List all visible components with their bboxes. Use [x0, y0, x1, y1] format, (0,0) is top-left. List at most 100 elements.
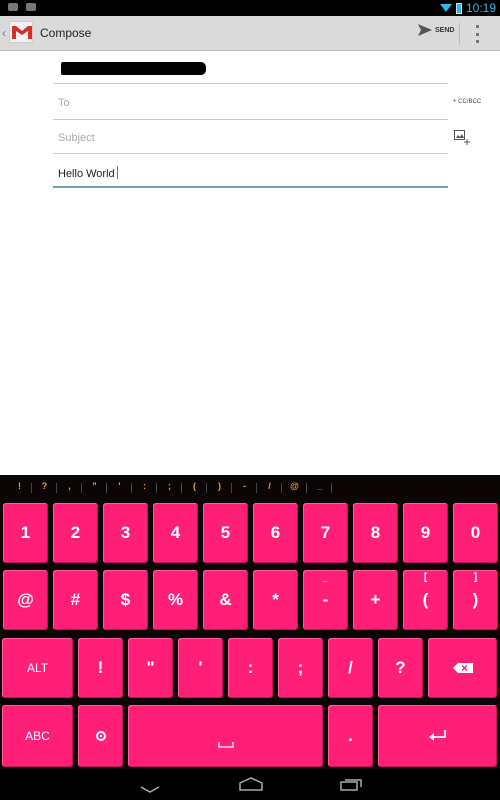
key-label: :	[247, 658, 254, 677]
key-label: /	[348, 658, 353, 677]
backspace-icon	[452, 663, 473, 673]
suggestion-item[interactable]: )	[207, 481, 232, 493]
suggestion-item[interactable]: /	[257, 481, 282, 493]
key-symbol[interactable]: %	[153, 570, 198, 630]
overflow-menu-icon[interactable]	[476, 25, 480, 43]
body-field[interactable]: Hello World	[53, 154, 448, 188]
key-3[interactable]: 3	[103, 503, 148, 563]
key-symbol[interactable]: - _	[303, 570, 348, 630]
key-1[interactable]: 1	[3, 503, 48, 563]
to-field[interactable]: To	[53, 85, 448, 120]
from-field[interactable]	[53, 52, 448, 84]
key-label: '	[198, 658, 203, 677]
key-alt-label: _	[322, 572, 329, 583]
key-5[interactable]: 5	[203, 503, 248, 563]
key-symbol[interactable]: /	[328, 638, 373, 698]
chevron-down-icon	[140, 786, 160, 793]
key-label: $	[120, 590, 131, 609]
attach-picture-button[interactable]	[454, 130, 470, 151]
action-bar: ‹ Compose SEND	[0, 16, 500, 51]
suggestion-item[interactable]: "	[82, 481, 107, 493]
key-alt-label: ]	[473, 572, 478, 583]
settings-icon	[95, 731, 106, 741]
key-symbol[interactable]: )]	[453, 570, 498, 630]
key-symbol[interactable]: ?	[378, 638, 423, 698]
key-label: "	[146, 658, 155, 677]
key-label: 6	[270, 523, 281, 542]
key-label: @	[17, 590, 34, 609]
subject-placeholder: Subject	[58, 132, 95, 144]
recent-apps-button[interactable]	[340, 777, 362, 796]
suggestion-item[interactable]: ,	[57, 481, 82, 493]
back-button[interactable]	[140, 781, 160, 799]
key-label: 2	[70, 523, 81, 542]
suggestion-strip: !?, " ':;() - / @ _	[0, 475, 500, 497]
space-key[interactable]	[128, 705, 323, 767]
text-cursor	[116, 166, 118, 179]
key-label: #	[70, 590, 81, 609]
key-4[interactable]: 4	[153, 503, 198, 563]
backspace-key[interactable]	[428, 638, 497, 698]
key-symbol[interactable]: :	[228, 638, 273, 698]
clock: 10:19	[465, 1, 496, 15]
enter-icon	[428, 730, 446, 741]
abc-key[interactable]: ABC	[2, 705, 73, 767]
key-label: ?	[395, 658, 406, 677]
send-icon	[418, 24, 432, 36]
suggestion-item[interactable]: _	[307, 481, 332, 493]
home-icon	[239, 777, 263, 791]
key-label: 1	[20, 523, 31, 542]
key-symbol[interactable]: $	[103, 570, 148, 630]
enter-key[interactable]	[378, 705, 497, 767]
key-label: (	[422, 590, 429, 609]
key-alt-label: [	[423, 572, 428, 583]
key-symbol[interactable]: #	[53, 570, 98, 630]
key-6[interactable]: 6	[253, 503, 298, 563]
key-label: 0	[470, 523, 481, 542]
suggestion-item[interactable]: !	[7, 481, 32, 493]
back-chevron-icon[interactable]: ‹	[2, 26, 6, 40]
key-symbol[interactable]: *	[253, 570, 298, 630]
key-8[interactable]: 8	[353, 503, 398, 563]
subject-field[interactable]: Subject	[53, 120, 448, 154]
key-9[interactable]: 9	[403, 503, 448, 563]
key-symbol[interactable]: !	[78, 638, 123, 698]
suggestion-item[interactable]: :	[132, 481, 157, 493]
key-symbol[interactable]: ;	[278, 638, 323, 698]
key-symbol[interactable]: ([	[403, 570, 448, 630]
attach-image-icon	[454, 130, 470, 145]
key-label: 5	[220, 523, 231, 542]
key-label: -	[322, 590, 329, 609]
recent-apps-icon	[340, 779, 362, 791]
keyboard: !?, " ':;() - / @ _ 1 2 3 4 5 6 7 8 9 0 @ # $% & * - _ +([)] ALT…	[0, 475, 500, 769]
key-7[interactable]: 7	[303, 503, 348, 563]
suggestion-item[interactable]: ;	[157, 481, 182, 493]
alt-key[interactable]: ALT	[2, 638, 73, 698]
suggestion-item[interactable]: -	[232, 481, 257, 493]
android-notification-icon	[26, 3, 36, 11]
to-placeholder: To	[58, 97, 70, 109]
key-0[interactable]: 0	[453, 503, 498, 563]
key-2[interactable]: 2	[53, 503, 98, 563]
settings-key[interactable]	[78, 705, 123, 767]
key-symbol[interactable]: "	[128, 638, 173, 698]
send-button[interactable]: SEND	[418, 24, 454, 36]
key-label: %	[167, 590, 184, 609]
suggestion-item[interactable]: @	[282, 481, 307, 493]
cc-bcc-button[interactable]: + CC/BCC	[453, 99, 481, 105]
key-label: *	[272, 590, 279, 609]
suggestion-item[interactable]: '	[107, 481, 132, 493]
key-label: +	[370, 590, 381, 609]
suggestion-item[interactable]: (	[182, 481, 207, 493]
period-key[interactable]: .	[328, 705, 373, 767]
key-symbol[interactable]: '	[178, 638, 223, 698]
key-symbol[interactable]: &	[203, 570, 248, 630]
key-symbol[interactable]: +	[353, 570, 398, 630]
home-button[interactable]	[239, 777, 263, 796]
body-text-value: Hello World	[58, 168, 115, 180]
key-symbol[interactable]: @	[3, 570, 48, 630]
key-label: .	[348, 726, 353, 745]
suggestion-item[interactable]: ?	[32, 481, 57, 493]
gmail-logo-icon[interactable]	[9, 21, 33, 43]
key-label: ;	[297, 658, 304, 677]
